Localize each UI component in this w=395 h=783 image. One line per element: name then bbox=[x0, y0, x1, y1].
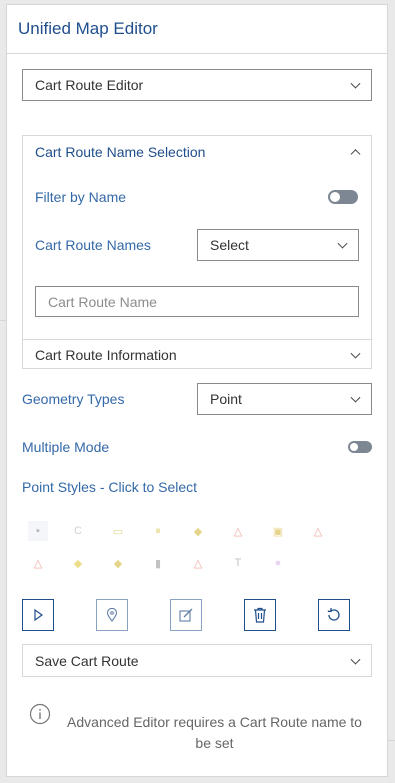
editor-panel: Unified Map Editor Cart Route Editor Car… bbox=[6, 4, 388, 777]
geometry-types-select[interactable]: Point bbox=[197, 383, 372, 415]
info-icon bbox=[29, 703, 51, 725]
save-cart-route-title: Save Cart Route bbox=[35, 652, 139, 669]
geometry-types-value: Point bbox=[210, 391, 242, 407]
panel-title: Unified Map Editor bbox=[7, 5, 387, 54]
box-icon[interactable]: ▪ bbox=[28, 521, 48, 541]
t-icon[interactable]: T bbox=[228, 553, 248, 573]
diamond-sign-icon[interactable]: ◆ bbox=[188, 521, 208, 541]
chevron-down-icon bbox=[350, 654, 361, 665]
filter-by-name-label: Filter by Name bbox=[35, 189, 127, 205]
info-message: Advanced Editor requires a Cart Route na… bbox=[67, 714, 362, 751]
cart-route-names-label: Cart Route Names bbox=[35, 237, 151, 253]
reset-button[interactable] bbox=[318, 599, 350, 631]
route-info-title: Cart Route Information bbox=[35, 347, 177, 363]
map-pin-icon bbox=[106, 608, 118, 622]
add-point-button[interactable] bbox=[96, 599, 128, 631]
square-sign-icon[interactable]: ▣ bbox=[268, 521, 288, 541]
multiple-mode-label: Multiple Mode bbox=[22, 439, 110, 455]
warning-triangle-small-icon[interactable]: △ bbox=[308, 521, 328, 541]
trash-icon bbox=[254, 607, 266, 623]
cart-route-names-select[interactable]: Select bbox=[197, 229, 359, 261]
map-road bbox=[388, 740, 395, 741]
chevron-down-icon bbox=[350, 348, 361, 359]
route-info-header[interactable]: Cart Route Information bbox=[23, 339, 371, 370]
chevron-down-icon bbox=[350, 78, 361, 89]
chevron-up-icon bbox=[350, 149, 361, 160]
name-selection-section: Cart Route Name Selection Filter by Name… bbox=[22, 135, 372, 369]
sign-icon[interactable]: ▭ bbox=[108, 521, 128, 541]
editor-type-select[interactable]: Cart Route Editor bbox=[22, 69, 372, 101]
warning-triangle-alt-icon[interactable]: △ bbox=[28, 553, 48, 573]
name-selection-header[interactable]: Cart Route Name Selection bbox=[23, 136, 371, 168]
editor-type-value: Cart Route Editor bbox=[35, 77, 144, 93]
delete-feature-button[interactable] bbox=[244, 599, 276, 631]
warning-triangle-red-icon[interactable]: △ bbox=[188, 553, 208, 573]
geometry-types-label: Geometry Types bbox=[22, 391, 125, 407]
circle-purple-icon[interactable]: ● bbox=[268, 553, 288, 573]
c-icon[interactable]: C bbox=[68, 521, 88, 541]
save-cart-route-header[interactable]: Save Cart Route bbox=[22, 644, 372, 677]
select-tool-button[interactable] bbox=[22, 599, 54, 631]
pause-sign-icon[interactable]: ⏸ bbox=[148, 521, 168, 541]
cart-route-names-value: Select bbox=[210, 237, 249, 253]
refresh-icon bbox=[327, 608, 340, 621]
point-styles-label: Point Styles - Click to Select bbox=[22, 479, 198, 495]
cart-route-name-input[interactable] bbox=[35, 286, 359, 317]
warning-triangle-icon[interactable]: △ bbox=[228, 521, 248, 541]
cursor-icon bbox=[34, 609, 44, 621]
multiple-mode-toggle[interactable] bbox=[348, 441, 372, 453]
chevron-down-icon bbox=[350, 392, 361, 403]
filter-by-name-toggle[interactable] bbox=[328, 190, 358, 204]
chevron-down-icon bbox=[337, 238, 348, 249]
cup-icon[interactable]: ▮ bbox=[148, 553, 168, 573]
edit-square-icon bbox=[179, 608, 193, 622]
diamond-arrow-icon[interactable]: ◆ bbox=[108, 553, 128, 573]
edit-feature-button[interactable] bbox=[170, 599, 202, 631]
diamond-yellow-icon[interactable]: ◆ bbox=[68, 553, 88, 573]
name-selection-title: Cart Route Name Selection bbox=[35, 144, 206, 160]
